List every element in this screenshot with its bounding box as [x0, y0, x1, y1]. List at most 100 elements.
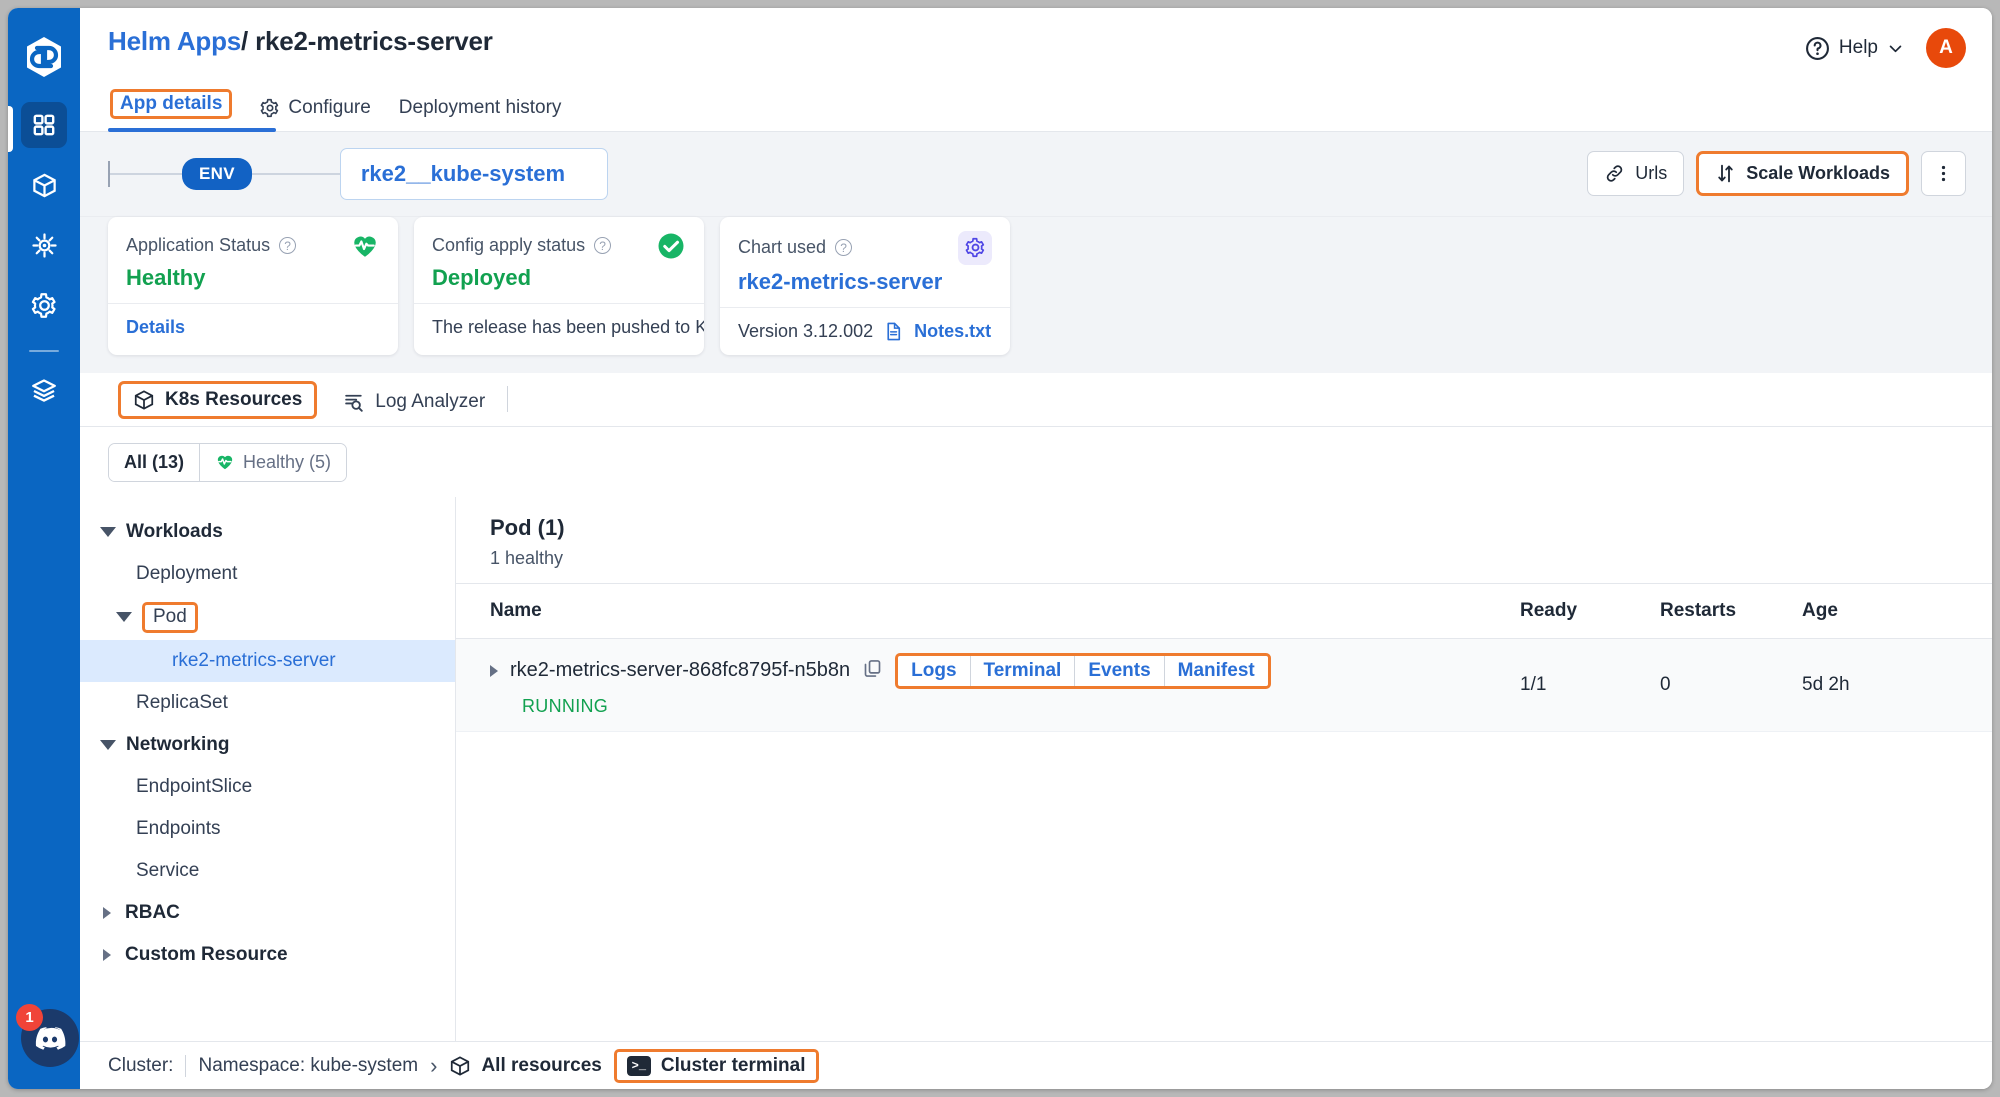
tree-label: rke2-metrics-server — [172, 649, 336, 671]
action-events[interactable]: Events — [1074, 655, 1163, 686]
cube-icon — [134, 390, 154, 410]
card-title-text: Config apply status — [432, 235, 586, 256]
terminal-icon: >_ — [626, 1055, 651, 1076]
avatar[interactable]: A — [1926, 28, 1966, 68]
rail-item-resource-browser[interactable] — [21, 162, 67, 208]
breadcrumb-root[interactable]: Helm Apps — [108, 26, 241, 56]
devtron-logo[interactable] — [21, 34, 67, 80]
tab-k8s-resources[interactable]: K8s Resources — [108, 373, 327, 426]
chevron-down-icon[interactable] — [100, 739, 116, 750]
more-options-button[interactable] — [1921, 151, 1966, 197]
tree-label: Service — [136, 859, 200, 881]
tree-item-pod[interactable]: Pod — [80, 595, 455, 640]
column-header-ready[interactable]: Ready — [1520, 600, 1660, 622]
tree-label: Workloads — [126, 520, 223, 542]
cube-icon — [32, 173, 56, 197]
table-header-row: Name Ready Restarts Age — [456, 582, 1992, 639]
action-manifest[interactable]: Manifest — [1163, 655, 1268, 686]
card-title-text: Chart used — [738, 237, 827, 258]
left-rail: 1 — [8, 8, 80, 1089]
rail-item-applications[interactable] — [21, 102, 67, 148]
filter-chip-all[interactable]: All (13) — [109, 443, 200, 481]
action-terminal[interactable]: Terminal — [969, 655, 1075, 686]
env-name-field[interactable]: rke2__kube-system — [339, 147, 608, 200]
link-icon — [1607, 165, 1623, 183]
filter-chip-all-label: All (13) — [124, 451, 185, 472]
rail-item-helm-chart[interactable] — [21, 222, 67, 268]
chevron-down-icon[interactable] — [116, 612, 132, 623]
pane-header: Pod (1) 1 healthy — [456, 497, 1992, 583]
rail-divider — [29, 350, 59, 352]
tree-item-endpoints[interactable]: Endpoints — [80, 808, 455, 850]
card-chart-used-value[interactable]: rke2-metrics-server — [738, 269, 992, 295]
tab-app-details[interactable]: App details — [108, 84, 234, 131]
help-menu[interactable]: Help — [1805, 36, 1904, 61]
cluster-terminal-label: Cluster terminal — [660, 1054, 806, 1076]
info-icon[interactable]: ? — [835, 239, 853, 257]
cell-ready: 1/1 — [1520, 673, 1547, 695]
discord-badge: 1 — [16, 1004, 43, 1031]
card-config-apply-status-footer: The release has been pushed to Kuber… — [414, 302, 704, 351]
help-label: Help — [1838, 37, 1878, 58]
tree-item-replicaset[interactable]: ReplicaSet — [80, 682, 455, 724]
column-header-age[interactable]: Age — [1802, 600, 1992, 622]
tab-configure-label: Configure — [288, 96, 371, 118]
copy-icon[interactable] — [862, 658, 883, 684]
chevron-down-icon[interactable] — [100, 526, 116, 537]
tab-active-underline — [108, 127, 276, 132]
column-header-name[interactable]: Name — [490, 600, 1520, 622]
cell-age: 5d 2h — [1802, 673, 1850, 695]
tree-item-endpointslice[interactable]: EndpointSlice — [80, 766, 455, 808]
cluster-terminal-button[interactable]: >_ Cluster terminal — [613, 1048, 819, 1083]
tree-item-rke2-metrics-server[interactable]: rke2-metrics-server — [80, 639, 455, 682]
env-pill: ENV — [182, 157, 252, 190]
namespace-label[interactable]: Namespace: kube-system — [198, 1055, 418, 1077]
expand-row-icon[interactable] — [490, 664, 498, 677]
gear-icon — [261, 98, 279, 117]
row-actions: Logs Terminal Events Manifest — [895, 652, 1271, 689]
details-link[interactable]: Details — [126, 317, 185, 338]
chevron-right-icon[interactable] — [103, 948, 111, 961]
page-title: rke2-metrics-server — [255, 26, 493, 56]
tree-group-workloads[interactable]: Workloads — [80, 511, 455, 553]
rail-item-stack-manager[interactable] — [21, 368, 67, 414]
tree-label: Custom Resource — [125, 943, 288, 965]
scale-workloads-button[interactable]: Scale Workloads — [1696, 151, 1909, 197]
tab-log-analyzer[interactable]: Log Analyzer — [327, 377, 501, 426]
tree-item-deployment[interactable]: Deployment — [80, 553, 455, 595]
urls-button[interactable]: Urls — [1587, 151, 1685, 197]
column-header-restarts[interactable]: Restarts — [1660, 600, 1802, 622]
notes-txt-link[interactable]: Notes.txt — [914, 321, 991, 342]
tab-deployment-history[interactable]: Deployment history — [397, 92, 564, 131]
all-resources-button[interactable]: All resources — [449, 1054, 602, 1077]
resource-tree: Workloads Deployment Pod rke2-metrics-se… — [80, 496, 456, 1041]
all-resources-label: All resources — [481, 1054, 602, 1076]
pod-name: rke2-metrics-server-868fc8795f-n5b8n — [510, 659, 851, 682]
action-logs[interactable]: Logs — [898, 656, 969, 686]
rail-item-global-config[interactable] — [21, 282, 67, 328]
table-row[interactable]: rke2-metrics-server-868fc8795f-n5b8n Log… — [456, 638, 1992, 732]
card-application-status-title: Application Status ? — [126, 235, 297, 256]
tab-log-analyzer-label: Log Analyzer — [375, 390, 486, 412]
resource-table-pane: Pod (1) 1 healthy Name Ready Restarts Ag… — [456, 497, 1992, 1041]
pane-title: Pod (1) — [490, 514, 565, 540]
tree-item-service[interactable]: Service — [80, 850, 455, 892]
chart-gear-icon — [958, 230, 992, 265]
tree-group-networking[interactable]: Networking — [80, 724, 455, 766]
resources-content: Workloads Deployment Pod rke2-metrics-se… — [80, 495, 1992, 1041]
tab-configure[interactable]: Configure — [258, 92, 372, 131]
filter-chip-healthy[interactable]: Healthy (5) — [199, 443, 347, 481]
card-config-apply-status-title: Config apply status ? — [432, 235, 612, 256]
tree-group-custom-resource[interactable]: Custom Resource — [80, 934, 455, 976]
pod-status: RUNNING — [522, 695, 609, 716]
info-icon[interactable]: ? — [594, 237, 612, 255]
discord-button[interactable]: 1 — [16, 1004, 79, 1067]
info-icon[interactable]: ? — [279, 237, 297, 255]
tree-group-rbac[interactable]: RBAC — [80, 892, 455, 934]
card-config-apply-status: Config apply status ? Deployed The relea… — [414, 216, 704, 355]
file-text-icon — [887, 322, 901, 341]
chevron-right-icon[interactable] — [103, 906, 111, 919]
resource-filters: All (13) Healthy (5) — [80, 426, 1992, 496]
breadcrumb-chevron-icon: › — [430, 1052, 438, 1078]
card-application-status-value: Healthy — [126, 264, 206, 290]
